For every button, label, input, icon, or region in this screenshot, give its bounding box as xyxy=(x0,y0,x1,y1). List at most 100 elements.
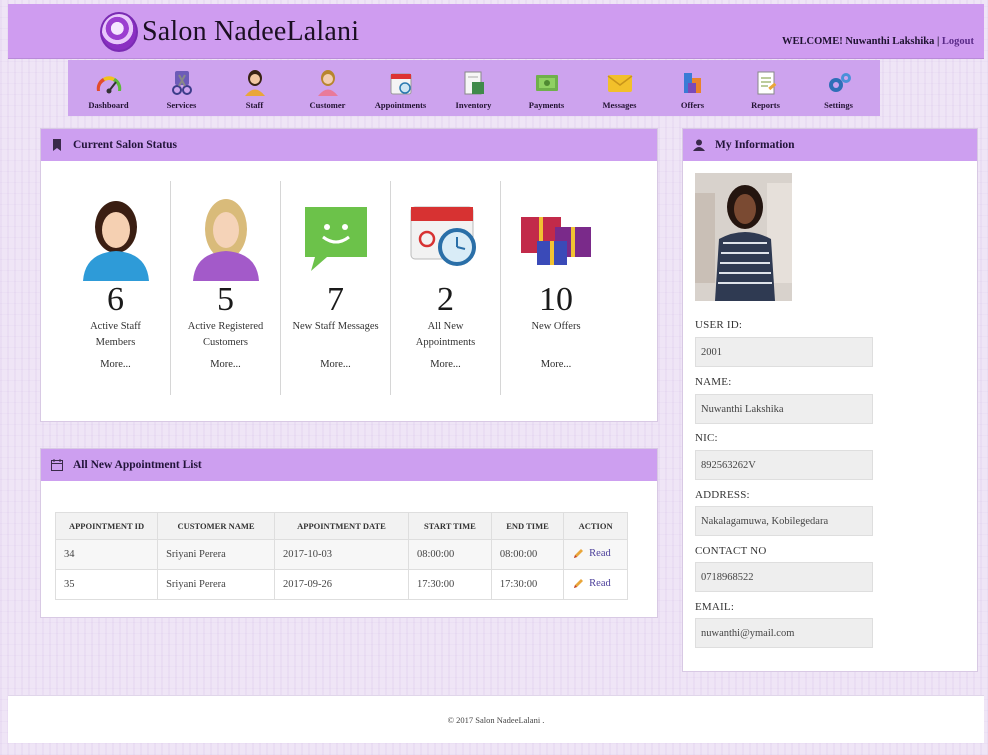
nav-label: Offers xyxy=(680,100,705,110)
nav-label: Customer xyxy=(309,100,346,110)
site-title: Salon NadeeLalani xyxy=(142,16,360,47)
name-field: Nuwanthi Lakshika xyxy=(695,394,873,424)
user-id-field: 2001 xyxy=(695,337,873,367)
inventory-icon xyxy=(464,71,484,95)
customer-avatar-icon xyxy=(192,199,259,281)
calendar-clock-icon xyxy=(410,206,476,266)
footer-copyright: © 2017 Salon NadeeLalani . xyxy=(447,714,545,725)
more-link[interactable]: More... xyxy=(541,359,572,370)
read-button[interactable]: Read xyxy=(572,547,611,560)
contact-label: CONTACT NO xyxy=(695,545,767,557)
table-row: 34 Sriyani Perera 2017-10-03 08:00:00 08… xyxy=(54,539,628,570)
panel-heading: My Information xyxy=(683,129,977,161)
nic-field: 892563262V xyxy=(695,450,873,480)
gift-boxes-icon xyxy=(521,217,591,265)
report-icon xyxy=(757,71,776,95)
more-link[interactable]: More... xyxy=(430,359,461,370)
nav-settings[interactable]: Settings xyxy=(802,60,875,116)
nav-label: Inventory xyxy=(455,100,492,110)
status-label: New Offers xyxy=(531,321,581,332)
gears-icon xyxy=(828,73,851,92)
table-header-row: APPOINTMENT ID CUSTOMER NAME APPOINTMENT… xyxy=(54,512,628,540)
status-cards: 6 Active Staff Members More... 5 Active … xyxy=(61,181,611,395)
read-button[interactable]: Read xyxy=(572,577,611,590)
email-field: nuwanthi@ymail.com xyxy=(695,618,873,648)
chat-bubble-icon xyxy=(304,207,367,271)
name-label: NAME: xyxy=(695,376,732,388)
nav-dashboard[interactable]: Dashboard xyxy=(72,60,145,116)
cell-start: 17:30:00 xyxy=(407,569,492,600)
scissors-icon xyxy=(171,71,192,95)
read-label: Read xyxy=(589,547,611,559)
nav-appointments[interactable]: Appointments xyxy=(364,60,437,116)
cell-action: Read xyxy=(563,539,628,570)
nav-inventory[interactable]: Inventory xyxy=(437,60,510,116)
nav-label: Settings xyxy=(824,100,853,110)
table-row: 35 Sriyani Perera 2017-09-26 17:30:00 17… xyxy=(54,569,628,600)
salon-status-panel: Current Salon Status 6 Active Staff Memb… xyxy=(40,128,658,422)
status-label: All New Appointments xyxy=(415,321,476,348)
nav-offers[interactable]: Offers xyxy=(656,60,729,116)
female-staff-icon xyxy=(82,201,149,281)
user-id-label: USER ID: xyxy=(695,319,743,331)
panel-heading: Current Salon Status xyxy=(41,129,657,161)
cell-customer: Sriyani Perera xyxy=(157,539,275,570)
status-count: 10 xyxy=(539,281,573,318)
user-icon xyxy=(693,139,705,151)
salon-logo-icon xyxy=(100,12,138,52)
column-header: APPOINTMENT ID xyxy=(54,512,159,540)
calendar-icon xyxy=(390,73,411,95)
nav-label: Appointments xyxy=(374,100,427,110)
my-information-panel: My Information USER ID: 2001 NAME: Nuwan… xyxy=(682,128,978,672)
envelope-icon xyxy=(607,75,632,92)
page-footer: © 2017 Salon NadeeLalani . xyxy=(8,695,984,743)
nav-messages[interactable]: Messages xyxy=(583,60,656,116)
cell-date: 2017-09-26 xyxy=(274,569,409,600)
welcome-text: WELCOME! Nuwanthi Lakshika xyxy=(782,36,935,47)
status-count: 7 xyxy=(327,281,344,318)
nav-staff[interactable]: Staff xyxy=(218,60,291,116)
offers-icon xyxy=(683,73,701,93)
nav-label: Payments xyxy=(528,100,565,110)
nav-reports[interactable]: Reports xyxy=(729,60,802,116)
calendar-icon xyxy=(51,459,63,471)
profile-photo-image xyxy=(695,173,792,301)
cell-start: 08:00:00 xyxy=(407,539,492,570)
status-card-customers: 5 Active Registered Customers More... xyxy=(171,181,281,395)
nav-label: Services xyxy=(166,100,197,110)
cell-customer: Sriyani Perera xyxy=(157,569,275,600)
column-header: START TIME xyxy=(407,512,492,540)
nav-label: Staff xyxy=(245,100,264,110)
email-label: EMAIL: xyxy=(695,601,735,613)
cell-end: 08:00:00 xyxy=(490,539,565,570)
gauge-icon xyxy=(96,76,121,94)
site-logo[interactable]: Salon NadeeLalani xyxy=(100,10,359,54)
nav-label: Reports xyxy=(751,100,780,110)
nav-label: Dashboard xyxy=(88,100,129,110)
more-link[interactable]: More... xyxy=(210,359,241,370)
pencil-icon xyxy=(574,578,584,588)
status-count: 5 xyxy=(217,281,234,318)
column-header: ACTION xyxy=(563,512,628,540)
status-card-offers: 10 New Offers More... xyxy=(501,181,611,395)
status-label: Active Staff Members xyxy=(90,321,141,348)
pencil-icon xyxy=(574,548,584,558)
panel-title: My Information xyxy=(715,139,795,151)
logout-link[interactable]: Logout xyxy=(942,36,974,47)
more-link[interactable]: More... xyxy=(100,359,131,370)
nav-payments[interactable]: Payments xyxy=(510,60,583,116)
nav-customer[interactable]: Customer xyxy=(291,60,364,116)
panel-title: Current Salon Status xyxy=(73,139,177,151)
nav-label: Messages xyxy=(602,100,637,110)
cell-id: 34 xyxy=(54,539,159,570)
more-link[interactable]: More... xyxy=(320,359,351,370)
welcome-separator: | xyxy=(936,36,940,47)
site-header: Salon NadeeLalani WELCOME! Nuwanthi Laks… xyxy=(8,4,984,59)
status-count: 2 xyxy=(437,281,454,318)
column-header: APPOINTMENT DATE xyxy=(274,512,409,540)
address-label: ADDRESS: xyxy=(695,489,750,501)
column-header: END TIME xyxy=(490,512,565,540)
status-card-messages: 7 New Staff Messages More... xyxy=(281,181,391,395)
nav-services[interactable]: Services xyxy=(145,60,218,116)
bookmark-icon xyxy=(53,139,61,151)
